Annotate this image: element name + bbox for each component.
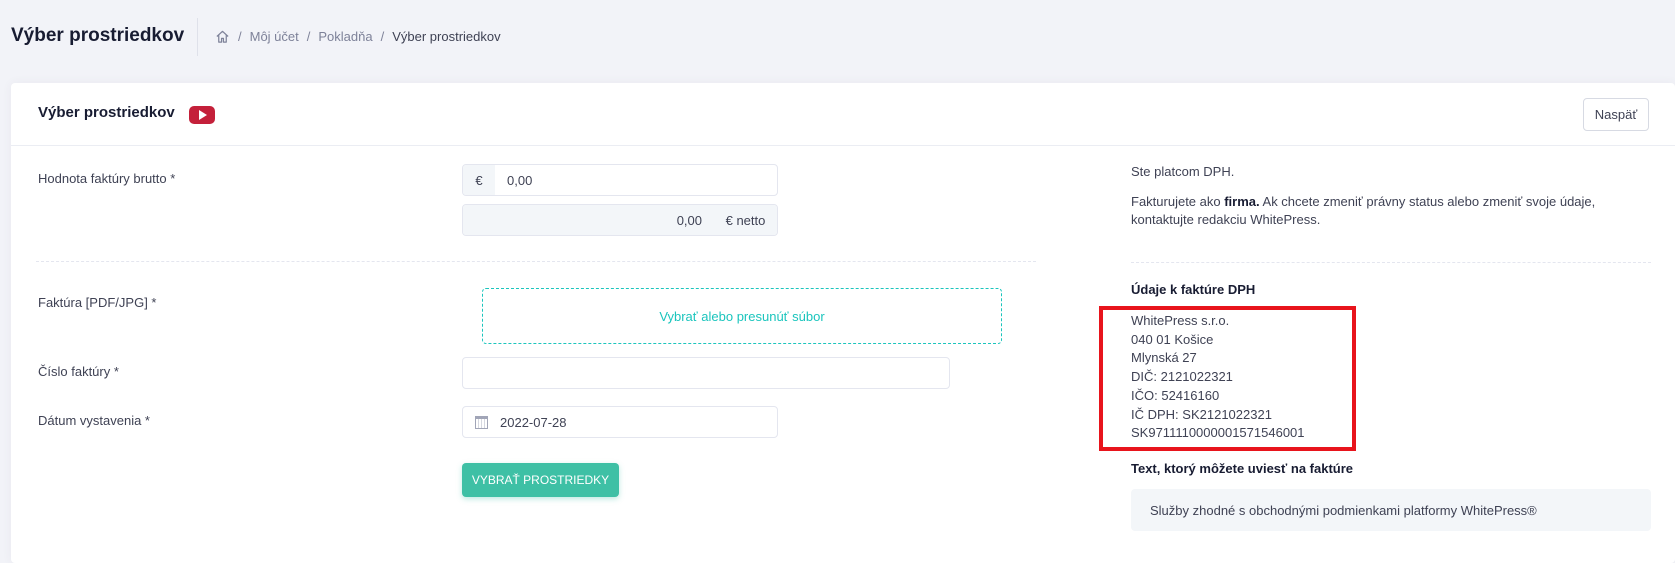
back-button[interactable]: Naspäť <box>1583 98 1649 131</box>
card-header: Výber prostriedkov Naspäť <box>11 83 1675 146</box>
file-dropzone[interactable]: Vybrať alebo presunúť súbor <box>482 288 1002 344</box>
info-divider <box>1131 262 1651 263</box>
highlight-box <box>1099 306 1356 451</box>
invoice-text-heading: Text, ktorý môžete uviesť na faktúre <box>1131 461 1354 476</box>
legal-status-prefix: Fakturujete ako <box>1131 194 1225 209</box>
calendar-icon <box>475 415 488 429</box>
breadcrumb-item-current: Výber prostriedkov <box>392 29 501 44</box>
breadcrumb-item-cashbox[interactable]: Pokladňa <box>318 29 372 44</box>
legal-status-text: Fakturujete ako firma. Ak chcete zmeniť … <box>1131 193 1595 229</box>
invoice-file-label: Faktúra [PDF/JPG] * <box>38 295 157 310</box>
net-addon: € netto <box>714 205 777 235</box>
legal-status-bold: firma. <box>1224 194 1260 209</box>
net-value-field: 0,00 <box>463 205 714 235</box>
withdraw-funds-button[interactable]: VYBRAŤ PROSTRIEDKY <box>462 463 619 497</box>
invoice-number-input[interactable] <box>462 357 950 389</box>
invoice-text-box: Služby zhodné s obchodnými podmienkami p… <box>1131 489 1651 531</box>
subheader: Výber prostriedkov / Môj účet / Pokladňa… <box>0 0 1675 75</box>
youtube-icon[interactable] <box>189 106 215 124</box>
legal-status-rest: Ak chcete zmeniť právny status alebo zme… <box>1259 194 1596 209</box>
invoice-number-label: Číslo faktúry * <box>38 364 119 379</box>
subheader-separator <box>197 18 198 56</box>
form-divider <box>36 261 1036 262</box>
breadcrumb: / Môj účet / Pokladňa / Výber prostriedk… <box>215 29 501 44</box>
legal-status-line2: kontaktujte redakciu WhitePress. <box>1131 212 1321 227</box>
issue-date-label: Dátum vystavenia * <box>38 413 150 428</box>
euro-addon: € <box>463 165 495 195</box>
issue-date-input[interactable]: 2022-07-28 <box>462 406 778 438</box>
invoice-data-heading: Údaje k faktúre DPH <box>1131 282 1256 297</box>
breadcrumb-separator: / <box>238 29 242 44</box>
net-value-group: 0,00 € netto <box>462 204 778 236</box>
gross-value-group: € 0,00 <box>462 164 778 196</box>
breadcrumb-item-account[interactable]: Môj účet <box>250 29 299 44</box>
gross-value-input[interactable]: 0,00 <box>495 165 777 195</box>
page-title: Výber prostriedkov <box>11 25 185 46</box>
card-title: Výber prostriedkov <box>38 104 175 121</box>
issue-date-value: 2022-07-28 <box>500 414 567 430</box>
gross-value-label: Hodnota faktúry brutto * <box>38 171 176 186</box>
vat-payer-text: Ste platcom DPH. <box>1131 164 1235 179</box>
home-icon[interactable] <box>215 29 230 44</box>
breadcrumb-separator: / <box>306 29 311 44</box>
breadcrumb-separator: / <box>380 29 385 44</box>
